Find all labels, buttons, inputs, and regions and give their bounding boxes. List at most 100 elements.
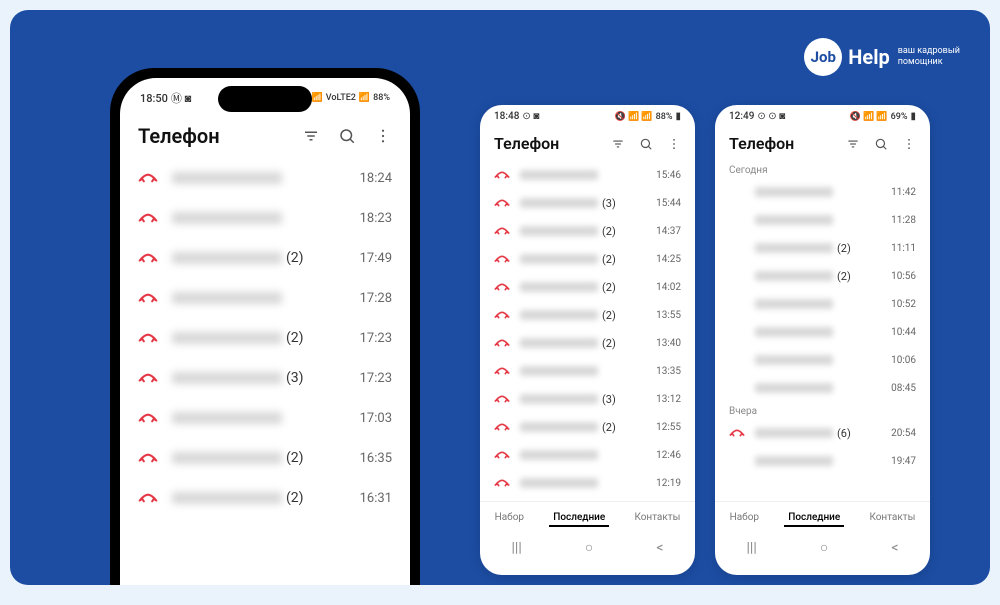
call-row[interactable]: (2) 14:37 bbox=[480, 217, 695, 245]
call-list[interactable]: 18:24 18:23 (2) 17:49 17:28 bbox=[120, 158, 410, 518]
phone-number-blurred bbox=[172, 252, 282, 264]
filter-icon[interactable] bbox=[302, 127, 320, 145]
call-time: 13:55 bbox=[656, 310, 681, 321]
phone-number-blurred bbox=[520, 282, 598, 292]
missed-call-icon bbox=[729, 453, 745, 469]
logo-circle: Job bbox=[804, 38, 842, 76]
missed-call-icon bbox=[494, 419, 510, 435]
call-time: 15:46 bbox=[656, 170, 681, 181]
search-icon[interactable] bbox=[874, 137, 888, 151]
filter-icon[interactable] bbox=[846, 137, 860, 151]
call-row[interactable]: (2) 11:11 bbox=[715, 234, 930, 262]
missed-call-icon bbox=[138, 448, 158, 468]
missed-call-icon bbox=[138, 168, 158, 188]
call-row[interactable]: (2) 12:55 bbox=[480, 413, 695, 441]
call-row[interactable]: 11:42 bbox=[715, 178, 930, 206]
call-time: 15:44 bbox=[656, 198, 681, 209]
call-row[interactable]: 19:47 bbox=[715, 447, 930, 475]
phone-number-blurred bbox=[755, 187, 833, 197]
call-time: 12:46 bbox=[656, 450, 681, 461]
call-row[interactable]: (3) 13:12 bbox=[480, 385, 695, 413]
call-row[interactable]: 11:28 bbox=[715, 206, 930, 234]
tab-recent[interactable]: Последние bbox=[784, 510, 844, 527]
call-time: 13:35 bbox=[656, 366, 681, 377]
missed-call-icon bbox=[729, 380, 745, 396]
search-icon[interactable] bbox=[639, 137, 653, 151]
call-row[interactable]: 15:46 bbox=[480, 161, 695, 189]
nav-back-icon[interactable]: < bbox=[891, 540, 898, 556]
call-row[interactable]: (2) 13:40 bbox=[480, 329, 695, 357]
phone-number-blurred bbox=[520, 366, 598, 376]
call-row[interactable]: 17:28 bbox=[120, 278, 410, 318]
call-row[interactable]: (2) 14:02 bbox=[480, 273, 695, 301]
call-row[interactable]: 10:06 bbox=[715, 346, 930, 374]
call-row[interactable]: (2) 16:31 bbox=[120, 478, 410, 518]
call-count: (3) bbox=[602, 197, 616, 210]
call-count: (2) bbox=[602, 309, 616, 322]
nav-home-icon[interactable]: ○ bbox=[585, 539, 593, 556]
tab-contacts[interactable]: Контакты bbox=[865, 510, 919, 527]
call-row[interactable]: 12:19 bbox=[480, 469, 695, 497]
phone-number-blurred bbox=[172, 372, 282, 384]
phone-number-blurred bbox=[520, 170, 598, 180]
tab-dial[interactable]: Набор bbox=[491, 510, 528, 527]
call-list[interactable]: 15:46 (3) 15:44 (2) 14:37 (2) 14:25 bbox=[480, 161, 695, 501]
nav-recent-icon[interactable]: ||| bbox=[512, 540, 522, 556]
nav-back-icon[interactable]: < bbox=[656, 540, 663, 556]
call-row[interactable]: (2) 17:23 bbox=[120, 318, 410, 358]
status-bar: 18:48 ⊙ ◙ 🔇 📶 📶 88%▮ bbox=[480, 105, 695, 124]
call-row[interactable]: 10:52 bbox=[715, 290, 930, 318]
call-row[interactable]: (2) 13:55 bbox=[480, 301, 695, 329]
call-time: 14:02 bbox=[656, 282, 681, 293]
call-time: 16:35 bbox=[360, 451, 392, 466]
android-mockup-1: 18:48 ⊙ ◙ 🔇 📶 📶 88%▮ Телефон 15:46 bbox=[480, 105, 695, 575]
tab-recent[interactable]: Последние bbox=[549, 510, 609, 527]
search-icon[interactable] bbox=[338, 127, 356, 145]
call-time: 17:23 bbox=[360, 331, 392, 346]
call-time: 12:19 bbox=[656, 478, 681, 489]
missed-call-icon bbox=[138, 288, 158, 308]
call-row[interactable]: 13:35 bbox=[480, 357, 695, 385]
call-time: 10:44 bbox=[891, 327, 916, 338]
section-yesterday: Вчера bbox=[715, 402, 930, 419]
phone-number-blurred bbox=[172, 292, 282, 304]
page-title: Телефон bbox=[138, 124, 220, 148]
call-row[interactable]: (2) 16:35 bbox=[120, 438, 410, 478]
call-row[interactable]: (2) 10:56 bbox=[715, 262, 930, 290]
tab-contacts[interactable]: Контакты bbox=[630, 510, 684, 527]
more-icon[interactable] bbox=[374, 127, 392, 145]
call-time: 13:12 bbox=[656, 394, 681, 405]
call-row[interactable]: 10:44 bbox=[715, 318, 930, 346]
call-row[interactable]: (3) 17:23 bbox=[120, 358, 410, 398]
call-row[interactable]: (6) 20:54 bbox=[715, 419, 930, 447]
phone-number-blurred bbox=[172, 492, 282, 504]
nav-recent-icon[interactable]: ||| bbox=[747, 540, 757, 556]
phone-number-blurred bbox=[172, 452, 282, 464]
call-list[interactable]: Сегодня 11:42 11:28 (2) 11:11 bbox=[715, 161, 930, 501]
more-icon[interactable] bbox=[667, 137, 681, 151]
promo-container: Job Help ваш кадровый помощник 18:50 Ⓜ ◙… bbox=[10, 10, 990, 585]
call-time: 12:55 bbox=[656, 422, 681, 433]
tab-dial[interactable]: Набор bbox=[726, 510, 763, 527]
call-count: (2) bbox=[837, 270, 851, 283]
missed-call-icon bbox=[494, 279, 510, 295]
phone-number-blurred bbox=[172, 332, 282, 344]
call-row[interactable]: 12:46 bbox=[480, 441, 695, 469]
filter-icon[interactable] bbox=[611, 137, 625, 151]
more-icon[interactable] bbox=[902, 137, 916, 151]
phone-number-blurred bbox=[520, 254, 598, 264]
call-row[interactable]: 18:23 bbox=[120, 198, 410, 238]
missed-call-icon bbox=[494, 475, 510, 491]
call-row[interactable]: 08:45 bbox=[715, 374, 930, 402]
call-row[interactable]: (2) 17:49 bbox=[120, 238, 410, 278]
missed-call-icon bbox=[494, 251, 510, 267]
call-row[interactable]: 17:03 bbox=[120, 398, 410, 438]
phone-number-blurred bbox=[755, 271, 833, 281]
call-row[interactable]: (3) 15:44 bbox=[480, 189, 695, 217]
page-title: Телефон bbox=[729, 134, 794, 153]
call-row[interactable]: (2) 14:25 bbox=[480, 245, 695, 273]
phone-number-blurred bbox=[755, 355, 833, 365]
nav-home-icon[interactable]: ○ bbox=[820, 539, 828, 556]
phone-number-blurred bbox=[755, 215, 833, 225]
call-row[interactable]: 18:24 bbox=[120, 158, 410, 198]
